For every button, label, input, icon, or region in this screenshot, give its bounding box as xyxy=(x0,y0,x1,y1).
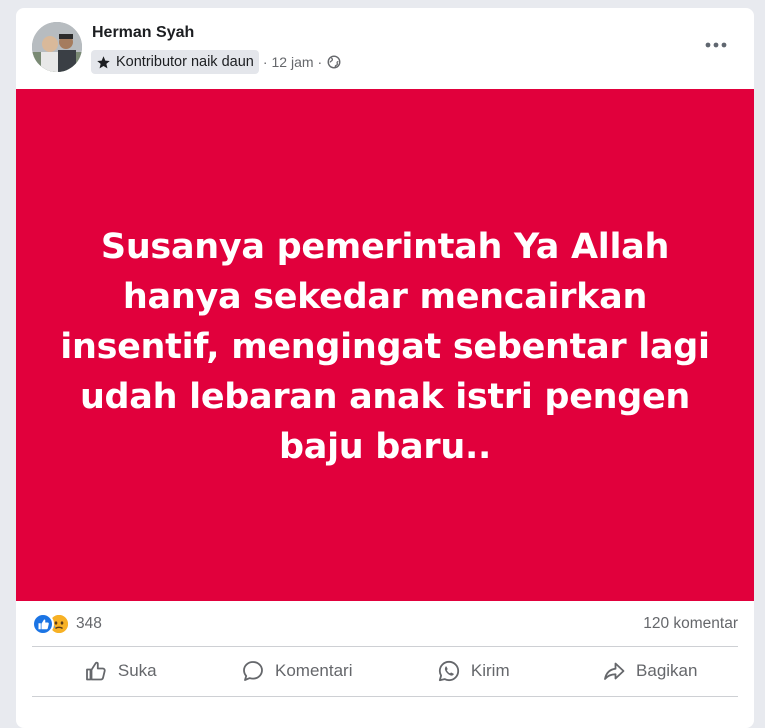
post-text: Susanya pemerintah Ya Allah hanya sekeda… xyxy=(60,227,710,467)
comment-count-link[interactable]: 120 komentar xyxy=(643,615,738,633)
comment-button[interactable]: Komentari xyxy=(209,648,386,694)
like-button[interactable]: Suka xyxy=(32,648,209,694)
post-header: Herman Syah Kontributor naik daun · 12 j… xyxy=(16,8,754,88)
send-label: Kirim xyxy=(470,661,510,680)
share-arrow-icon xyxy=(602,659,626,683)
post-text-background[interactable]: Susanya pemerintah Ya Allah hanya sekeda… xyxy=(16,89,754,601)
meta-separator: · xyxy=(262,54,268,70)
more-dots-icon xyxy=(705,42,727,48)
comment-label: Komentari xyxy=(275,661,353,680)
globe-icon xyxy=(327,55,341,69)
post-meta: Kontributor naik daun · 12 jam · xyxy=(91,50,341,74)
thumbs-up-icon xyxy=(84,659,108,683)
like-label: Suka xyxy=(117,661,157,680)
meta-separator-2: · xyxy=(317,54,323,70)
author-avatar[interactable] xyxy=(32,22,82,72)
share-button[interactable]: Bagikan xyxy=(562,648,739,694)
reactions-summary[interactable]: 348 xyxy=(32,613,102,635)
stats-divider xyxy=(32,646,738,647)
post-time[interactable]: 12 jam xyxy=(272,54,314,70)
send-button[interactable]: Kirim xyxy=(385,648,562,694)
contributor-badge[interactable]: Kontributor naik daun xyxy=(91,50,259,74)
share-label: Bagikan xyxy=(636,661,698,680)
author-name[interactable]: Herman Syah xyxy=(92,24,194,42)
like-reaction-icon xyxy=(32,613,54,635)
star-icon xyxy=(95,54,112,71)
post-actions: Suka Komentari Kirim Bagikan xyxy=(32,648,738,694)
reaction-count: 348 xyxy=(76,615,102,632)
actions-divider xyxy=(32,696,738,697)
badge-label: Kontributor naik daun xyxy=(116,54,254,70)
post-card: Herman Syah Kontributor naik daun · 12 j… xyxy=(16,8,754,728)
comment-icon xyxy=(241,659,265,683)
more-options-button[interactable] xyxy=(698,32,734,58)
whatsapp-icon xyxy=(437,659,461,683)
post-stats: 348 120 komentar xyxy=(16,601,754,651)
